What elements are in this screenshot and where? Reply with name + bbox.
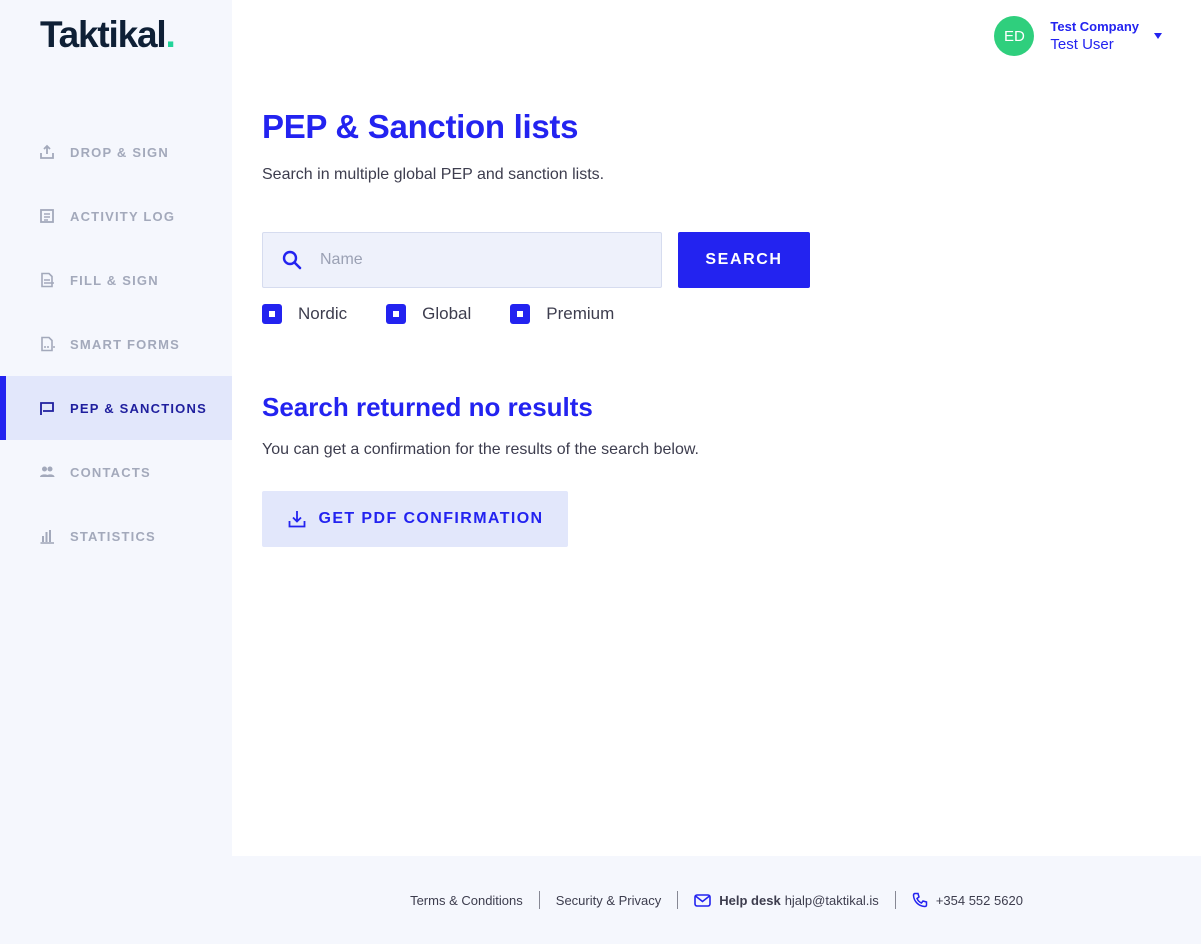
upload-icon	[38, 143, 56, 161]
search-box[interactable]	[262, 232, 662, 288]
list-icon	[38, 207, 56, 225]
sidebar-item-activity-log[interactable]: ACTIVITY LOG	[0, 184, 232, 248]
helpdesk-label: Help desk	[719, 892, 781, 908]
filter-nordic[interactable]: Nordic	[262, 304, 347, 324]
bar-chart-icon	[38, 527, 56, 545]
results-text: You can get a confirmation for the resul…	[262, 441, 699, 458]
footer-divider	[894, 891, 896, 909]
sidebar-item-statistics[interactable]: STATISTICS	[0, 504, 232, 568]
premium-checkbox[interactable]	[510, 304, 531, 324]
logo-text: Taktikal	[40, 14, 167, 55]
sidebar-item-pep-sanctions[interactable]: PEP & SANCTIONS	[0, 376, 232, 440]
footer: Terms & Conditions Security & Privacy He…	[232, 856, 1201, 944]
filter-label: Nordic	[298, 304, 348, 323]
search-button[interactable]: SEARCH	[678, 232, 810, 288]
results-title: Search returned no results	[262, 392, 593, 422]
footer-divider	[538, 891, 540, 909]
nordic-checkbox[interactable]	[262, 304, 282, 324]
filter-label: Premium	[546, 304, 615, 323]
sidebar-item-label: ACTIVITY LOG	[70, 208, 176, 224]
phone[interactable]: +354 552 5620	[912, 892, 1023, 908]
avatar: ED	[994, 16, 1035, 56]
sidebar-item-label: STATISTICS	[70, 528, 156, 544]
flag-icon	[38, 399, 56, 417]
sidebar-item-fill-sign[interactable]: FILL & SIGN	[0, 248, 232, 312]
security-link[interactable]: Security & Privacy	[556, 893, 661, 908]
list-filters: Nordic Global Premium	[262, 304, 653, 324]
name-search-input[interactable]	[320, 251, 620, 269]
pdf-button-label: GET PDF CONFIRMATION	[318, 510, 544, 527]
logo[interactable]: Taktikal.	[40, 14, 176, 56]
sidebar-item-label: CONTACTS	[70, 464, 151, 480]
terms-link[interactable]: Terms & Conditions	[410, 893, 523, 908]
sidebar-item-label: FILL & SIGN	[70, 272, 159, 288]
global-checkbox[interactable]	[386, 304, 407, 324]
document-sign-icon	[38, 271, 56, 289]
filter-global[interactable]: Global	[386, 304, 471, 324]
search-icon	[281, 249, 303, 271]
download-icon	[286, 508, 308, 530]
caret-down-icon	[1153, 27, 1163, 45]
user-name: Test User	[1050, 36, 1114, 53]
filter-premium[interactable]: Premium	[510, 304, 614, 324]
mail-icon	[694, 893, 712, 907]
sidebar-item-label: SMART FORMS	[70, 336, 180, 352]
sidebar-item-drop-sign[interactable]: DROP & SIGN	[0, 120, 232, 184]
page-title: PEP & Sanction lists	[262, 108, 579, 145]
helpdesk-email: hjalp@taktikal.is	[784, 892, 879, 908]
helpdesk[interactable]: Help desk hjalp@taktikal.is	[694, 893, 879, 908]
user-menu[interactable]: ED Test Company Test User	[994, 16, 1163, 56]
filter-label: Global	[422, 304, 472, 323]
phone-icon	[912, 892, 928, 908]
company-name: Test Company	[1050, 19, 1139, 34]
people-icon	[38, 463, 56, 481]
get-pdf-confirmation-button[interactable]: GET PDF CONFIRMATION	[262, 491, 568, 547]
logo-dot: .	[165, 14, 175, 55]
phone-number: +354 552 5620	[935, 892, 1023, 908]
sidebar-item-smart-forms[interactable]: SMART FORMS	[0, 312, 232, 376]
footer-divider	[677, 891, 679, 909]
sidebar-item-label: PEP & SANCTIONS	[70, 400, 207, 416]
smart-form-icon	[38, 335, 56, 353]
sidebar-item-label: DROP & SIGN	[70, 144, 169, 160]
sidebar: Taktikal. DROP & SIGN ACTIVITY LOG FILL …	[0, 0, 232, 944]
page-subtitle: Search in multiple global PEP and sancti…	[262, 166, 605, 183]
sidebar-item-contacts[interactable]: CONTACTS	[0, 440, 232, 504]
sidebar-nav: DROP & SIGN ACTIVITY LOG FILL & SIGN SMA…	[0, 120, 232, 568]
user-info: Test Company Test User	[1050, 19, 1139, 53]
